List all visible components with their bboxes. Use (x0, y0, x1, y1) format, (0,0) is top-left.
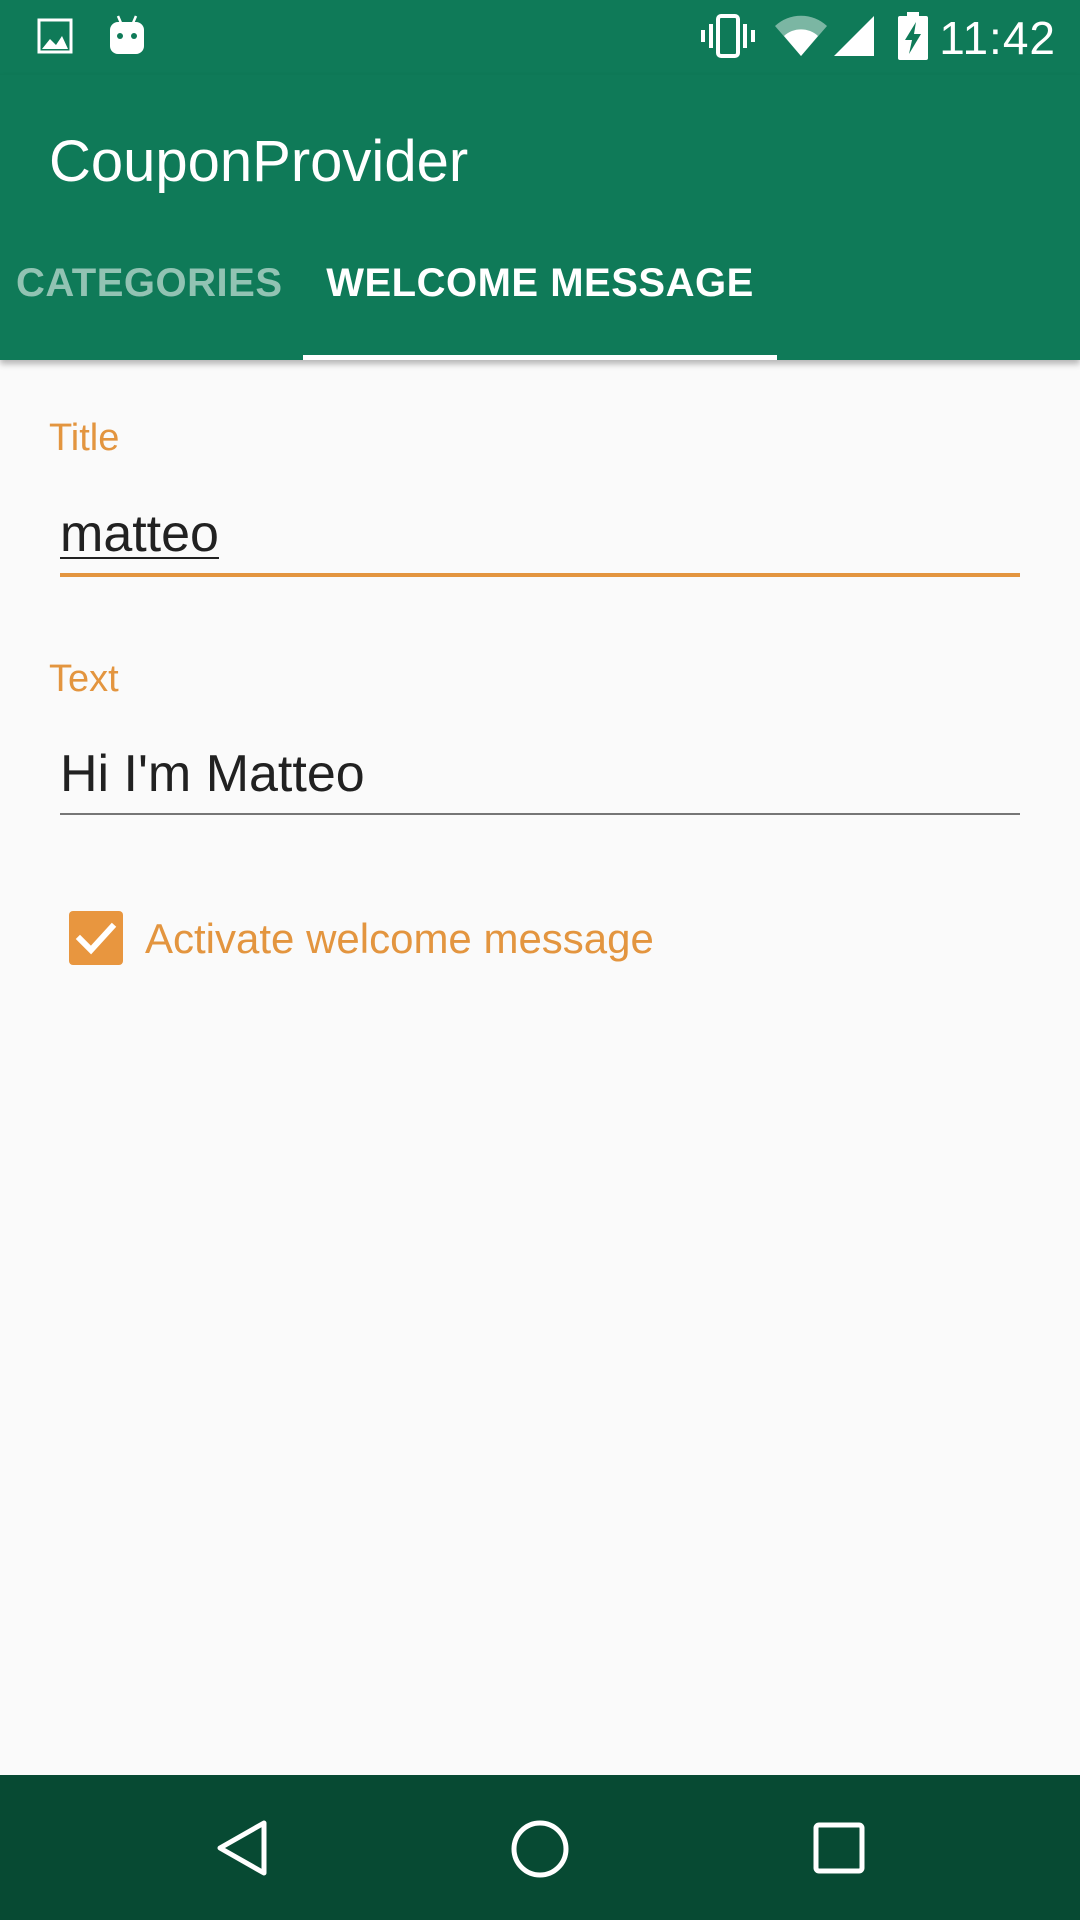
navigation-bar (0, 1775, 1080, 1920)
title-field-label: Title (49, 417, 120, 459)
vibrate-icon (701, 14, 755, 58)
home-icon[interactable] (508, 1817, 572, 1881)
welcome-message-form: Title matteo Text Hi I'm Matteo Activate… (0, 360, 1080, 1775)
text-input[interactable]: Hi I'm Matteo (60, 742, 1020, 806)
battery-charging-icon (898, 12, 928, 60)
clock: 11:42 (939, 12, 1056, 64)
activate-welcome-checkbox[interactable] (69, 911, 123, 965)
title-input[interactable]: matteo (60, 502, 1020, 566)
tab-categories[interactable]: CATEGORIES (16, 256, 283, 310)
signal-icon (834, 16, 874, 56)
text-field-label: Text (49, 658, 119, 700)
back-icon[interactable] (210, 1817, 272, 1879)
title-input-underline (60, 573, 1020, 577)
tab-welcome-message[interactable]: WELCOME MESSAGE (303, 256, 777, 310)
tab-selected-indicator (303, 355, 777, 360)
recents-icon[interactable] (812, 1821, 866, 1875)
android-icon (110, 15, 144, 54)
status-bar: 11:42 (0, 0, 1080, 75)
checkmark-icon (75, 922, 117, 955)
activate-welcome-label[interactable]: Activate welcome message (145, 913, 654, 965)
app-title: CouponProvider (49, 129, 469, 194)
text-input-underline (60, 813, 1020, 815)
wifi-icon (775, 15, 827, 56)
app-bar: CouponProvider CATEGORIES WELCOME MESSAG… (0, 75, 1080, 360)
image-icon (37, 18, 73, 54)
